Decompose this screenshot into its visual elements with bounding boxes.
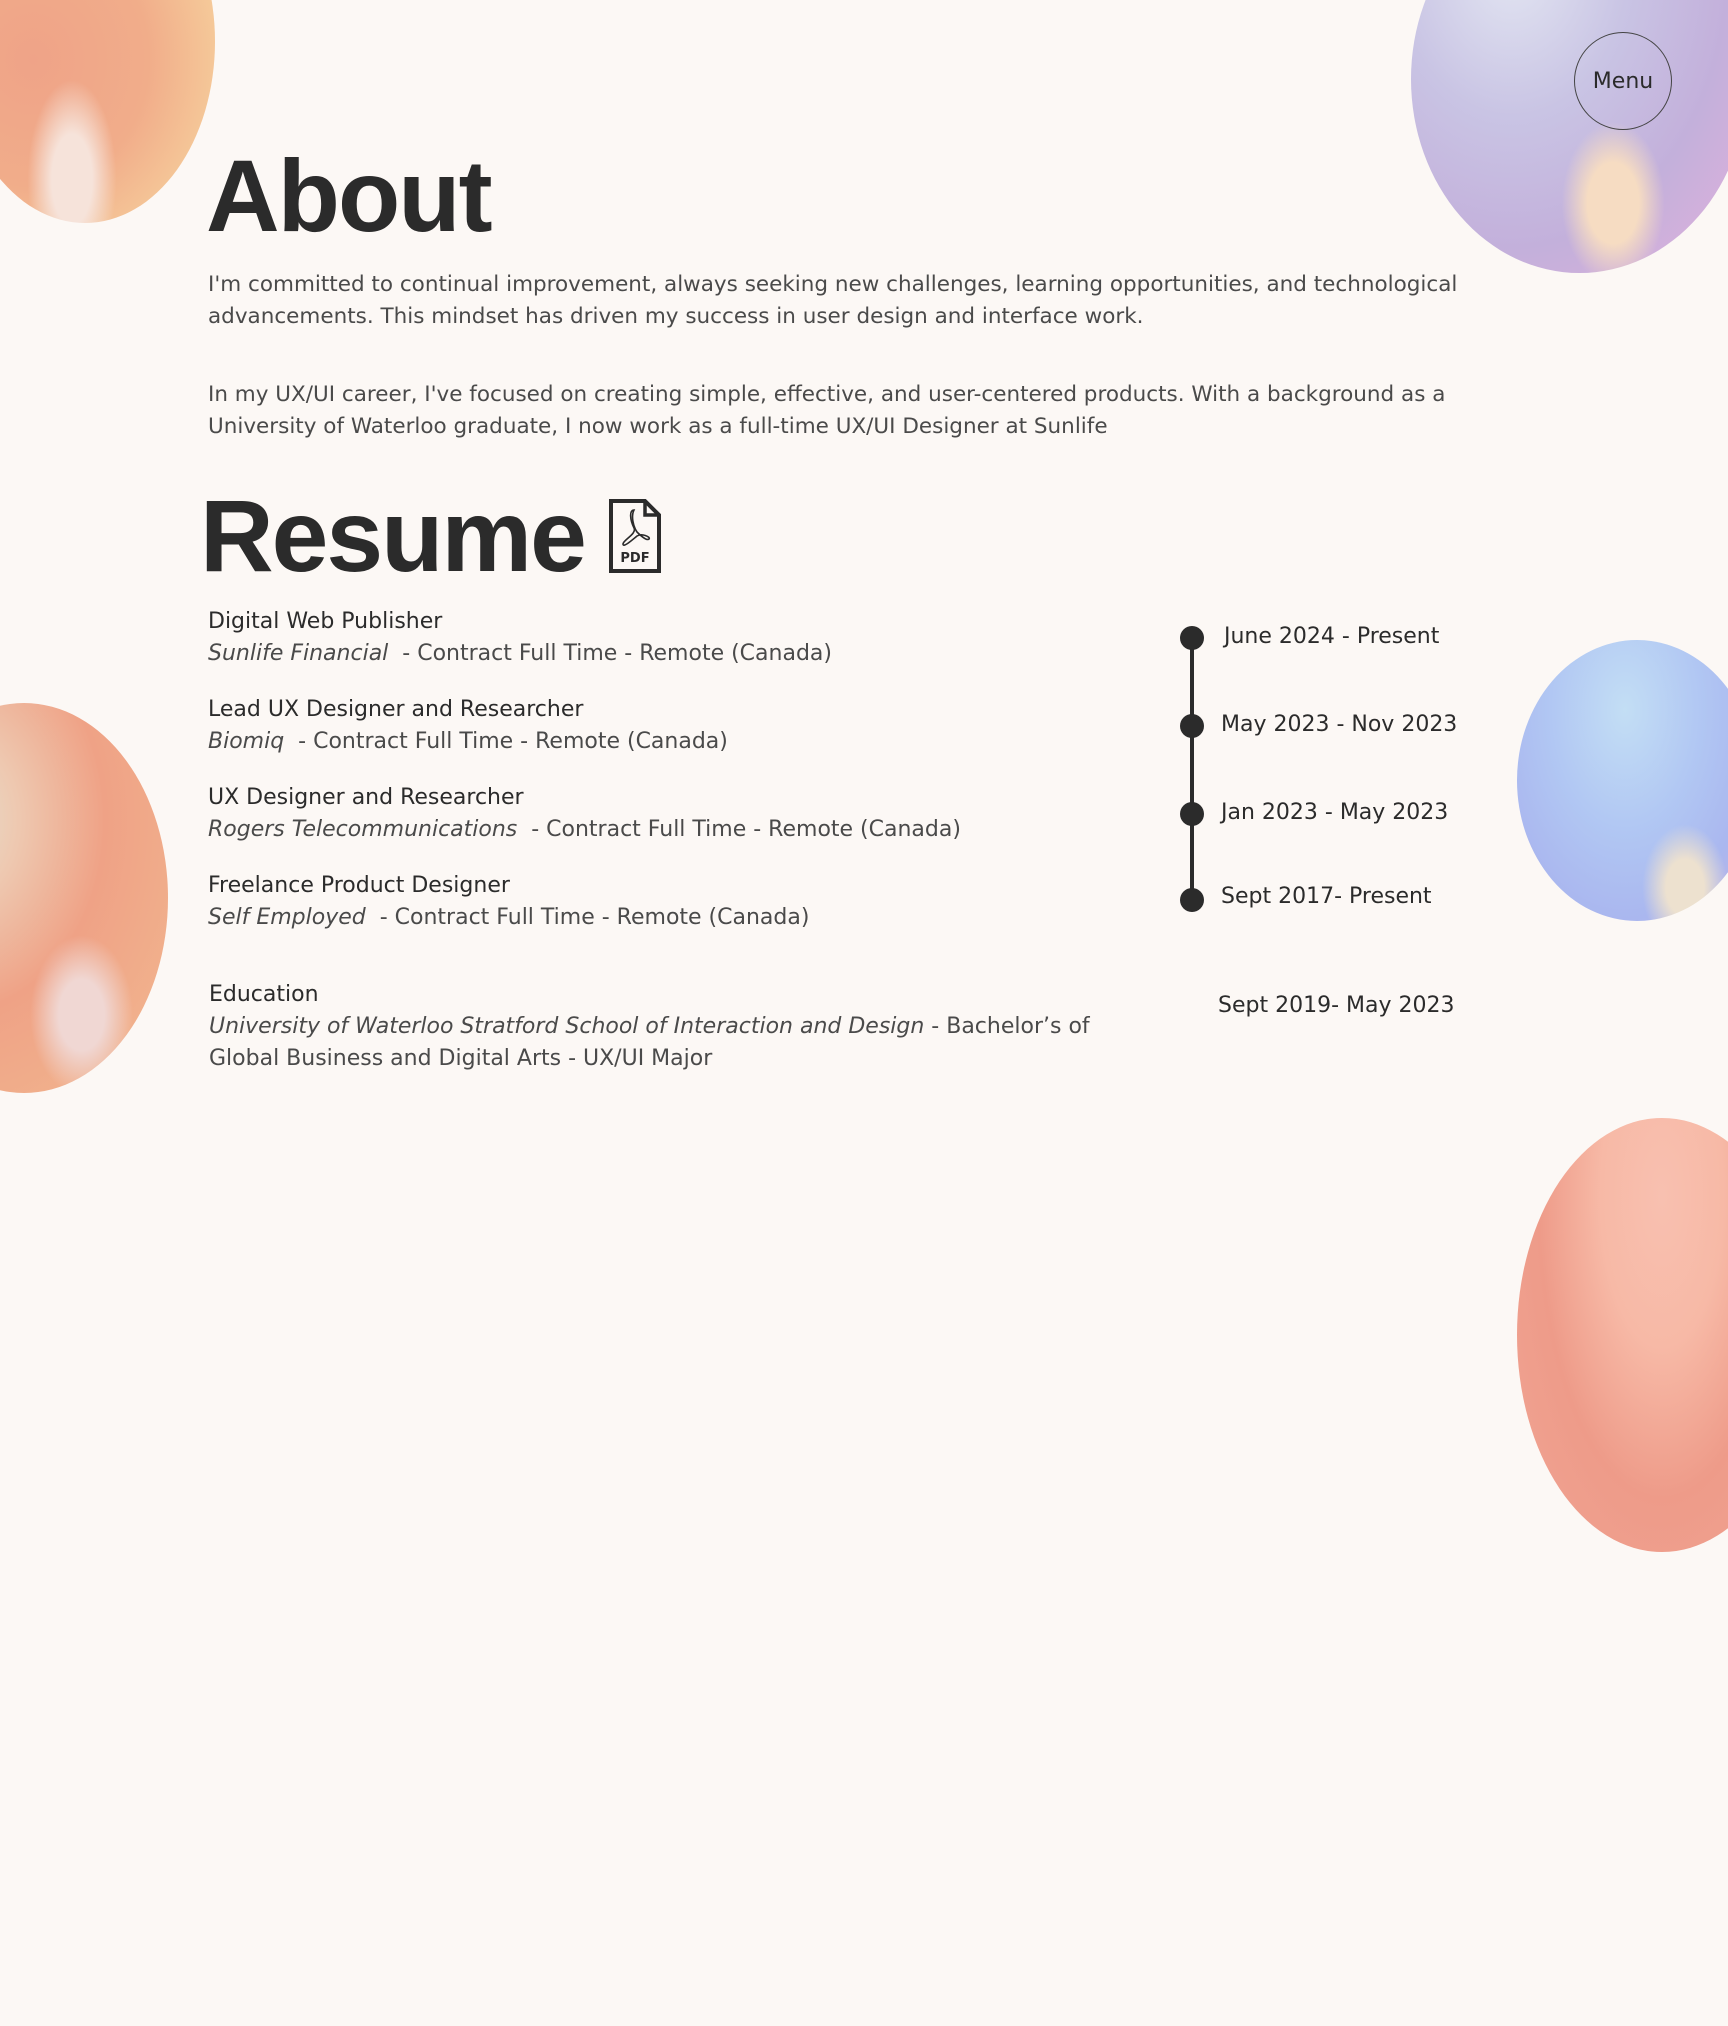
- education-subtitle: University of Waterloo Stratford School …: [209, 1014, 1090, 1071]
- about-paragraph: I'm committed to continual improvement, …: [208, 272, 1458, 329]
- job-dates: Jan 2023 - May 2023: [1221, 800, 1449, 825]
- job-title: UX Designer and Researcher: [208, 785, 524, 810]
- decorative-gradient-blob: [1411, 0, 1728, 273]
- job-company: Self Employed: [208, 905, 366, 930]
- menu-button[interactable]: Menu: [1574, 32, 1672, 130]
- timeline-line: [1190, 638, 1194, 902]
- job-subtitle: Rogers Telecommunications - Contract Ful…: [208, 814, 961, 846]
- job-subtitle: Self Employed - Contract Full Time - Rem…: [208, 902, 809, 934]
- education-dates: Sept 2019- May 2023: [1218, 993, 1455, 1018]
- decorative-gradient-blob: [0, 0, 215, 223]
- job-subtitle: Biomiq - Contract Full Time - Remote (Ca…: [208, 726, 728, 758]
- timeline-dot: [1180, 888, 1204, 912]
- job-subtitle: Sunlife Financial - Contract Full Time -…: [208, 638, 832, 670]
- timeline-dot: [1180, 714, 1204, 738]
- job-title: Freelance Product Designer: [208, 873, 510, 898]
- about-paragraph: In my UX/UI career, I've focused on crea…: [208, 382, 1446, 439]
- timeline-dot: [1180, 626, 1204, 650]
- resume-heading: Resume: [200, 479, 587, 593]
- job-details: - Contract Full Time - Remote (Canada): [388, 641, 832, 666]
- decorative-gradient-blob: [1517, 1118, 1728, 1552]
- education-school: University of Waterloo Stratford School …: [209, 1014, 925, 1039]
- resume-heading-row: Resume PDF: [200, 485, 663, 587]
- job-dates: May 2023 - Nov 2023: [1221, 712, 1458, 737]
- pdf-icon-label: PDF: [620, 551, 649, 566]
- about-heading: About: [206, 139, 493, 253]
- page: Menu About I'm committed to continual im…: [0, 0, 1728, 2026]
- job-title: Lead UX Designer and Researcher: [208, 697, 584, 722]
- job-entry: UX Designer and Researcher Rogers Teleco…: [208, 782, 961, 846]
- job-entry: Freelance Product Designer Self Employed…: [208, 870, 809, 934]
- timeline-dot: [1180, 802, 1204, 826]
- job-title: Digital Web Publisher: [208, 609, 443, 634]
- job-entry: Lead UX Designer and Researcher Biomiq -…: [208, 694, 728, 758]
- education-entry: Education University of Waterloo Stratfo…: [209, 979, 1149, 1075]
- job-company: Biomiq: [208, 729, 285, 754]
- decorative-gradient-blob: [1517, 640, 1728, 921]
- decorative-gradient-blob: [0, 703, 168, 1093]
- job-dates: June 2024 - Present: [1224, 624, 1440, 649]
- job-dates: Sept 2017- Present: [1221, 884, 1432, 909]
- job-company: Rogers Telecommunications: [208, 817, 518, 842]
- job-details: - Contract Full Time - Remote (Canada): [517, 817, 961, 842]
- education-title: Education: [209, 982, 319, 1007]
- job-details: - Contract Full Time - Remote (Canada): [284, 729, 728, 754]
- job-details: - Contract Full Time - Remote (Canada): [365, 905, 810, 930]
- pdf-file-icon[interactable]: PDF: [607, 498, 663, 574]
- job-company: Sunlife Financial: [208, 641, 389, 666]
- job-entry: Digital Web Publisher Sunlife Financial …: [208, 606, 832, 670]
